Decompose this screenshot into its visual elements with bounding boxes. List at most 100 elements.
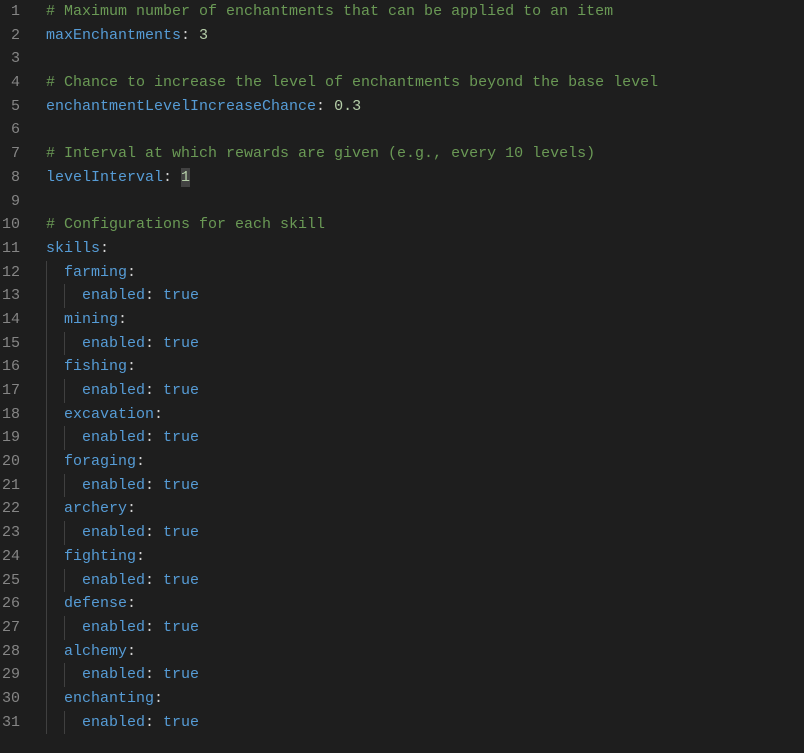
code-line[interactable]: enabled: true [46,332,804,356]
indent-guide [46,332,64,356]
token: : [118,311,127,328]
token: enabled [82,572,145,589]
code-line[interactable]: excavation: [46,403,804,427]
code-line[interactable]: archery: [46,497,804,521]
indent-guide [46,663,64,687]
token: enabled [82,382,145,399]
code-line[interactable]: enabled: true [46,616,804,640]
token: 3 [199,27,208,44]
code-area[interactable]: # Maximum number of enchantments that ca… [28,0,804,734]
indent-guide [64,521,82,545]
code-line[interactable]: enabled: true [46,663,804,687]
indent-guide [46,592,64,616]
line-number: 1 [0,0,20,24]
code-line[interactable] [46,118,804,142]
line-number: 11 [0,237,20,261]
line-number: 30 [0,687,20,711]
token: : [181,27,199,44]
code-line[interactable]: enabled: true [46,711,804,735]
line-number: 3 [0,47,20,71]
indent-guide [46,426,64,450]
line-number: 20 [0,450,20,474]
code-line[interactable]: mining: [46,308,804,332]
token: foraging [64,453,136,470]
code-line[interactable]: fighting: [46,545,804,569]
code-line[interactable]: # Chance to increase the level of enchan… [46,71,804,95]
code-line[interactable]: levelInterval: 1 [46,166,804,190]
token: : [127,500,136,517]
indent-guide [46,545,64,569]
token: true [163,666,199,683]
line-number: 10 [0,213,20,237]
code-line[interactable]: enabled: true [46,474,804,498]
line-number: 17 [0,379,20,403]
line-number: 24 [0,545,20,569]
token: : [145,382,163,399]
token: : [127,595,136,612]
token: : [154,406,163,423]
code-line[interactable]: # Maximum number of enchantments that ca… [46,0,804,24]
token: alchemy [64,643,127,660]
indent-guide [46,711,64,735]
indent-guide [46,379,64,403]
line-number-gutter: 1234567891011121314151617181920212223242… [0,0,28,734]
indent-guide [64,284,82,308]
token: true [163,335,199,352]
code-line[interactable] [46,47,804,71]
code-line[interactable]: foraging: [46,450,804,474]
code-line[interactable]: farming: [46,261,804,285]
token: : [316,98,334,115]
token: : [154,690,163,707]
code-line[interactable]: enchantmentLevelIncreaseChance: 0.3 [46,95,804,119]
indent-guide [64,569,82,593]
token: 0.3 [334,98,361,115]
code-line[interactable]: skills: [46,237,804,261]
line-number: 4 [0,71,20,95]
token: fighting [64,548,136,565]
indent-guide [46,308,64,332]
line-number: 8 [0,166,20,190]
token: : [127,358,136,375]
token: enabled [82,287,145,304]
token: mining [64,311,118,328]
token: enabled [82,666,145,683]
token: enchanting [64,690,154,707]
code-line[interactable]: fishing: [46,355,804,379]
code-line[interactable]: defense: [46,592,804,616]
code-line[interactable]: enabled: true [46,426,804,450]
code-line[interactable] [46,190,804,214]
token: maxEnchantments [46,27,181,44]
indent-guide [46,450,64,474]
token: enchantmentLevelIncreaseChance [46,98,316,115]
indent-guide [64,616,82,640]
token: levelInterval [46,169,163,186]
line-number: 26 [0,592,20,616]
token: : [127,643,136,660]
token: enabled [82,335,145,352]
code-line[interactable]: enabled: true [46,379,804,403]
indent-guide [46,474,64,498]
code-editor[interactable]: 1234567891011121314151617181920212223242… [0,0,804,734]
token: : [145,524,163,541]
code-line[interactable]: maxEnchantments: 3 [46,24,804,48]
token: # Interval at which rewards are given (e… [46,145,595,162]
token: archery [64,500,127,517]
code-line[interactable]: # Interval at which rewards are given (e… [46,142,804,166]
code-line[interactable]: # Configurations for each skill [46,213,804,237]
code-line[interactable]: enchanting: [46,687,804,711]
indent-guide [64,663,82,687]
line-number: 7 [0,142,20,166]
code-line[interactable]: alchemy: [46,640,804,664]
code-line[interactable]: enabled: true [46,569,804,593]
line-number: 21 [0,474,20,498]
indent-guide [64,332,82,356]
token: true [163,477,199,494]
token: farming [64,264,127,281]
token: enabled [82,714,145,731]
token: true [163,619,199,636]
token: : [145,714,163,731]
line-number: 23 [0,521,20,545]
code-line[interactable]: enabled: true [46,284,804,308]
line-number: 14 [0,308,20,332]
code-line[interactable]: enabled: true [46,521,804,545]
